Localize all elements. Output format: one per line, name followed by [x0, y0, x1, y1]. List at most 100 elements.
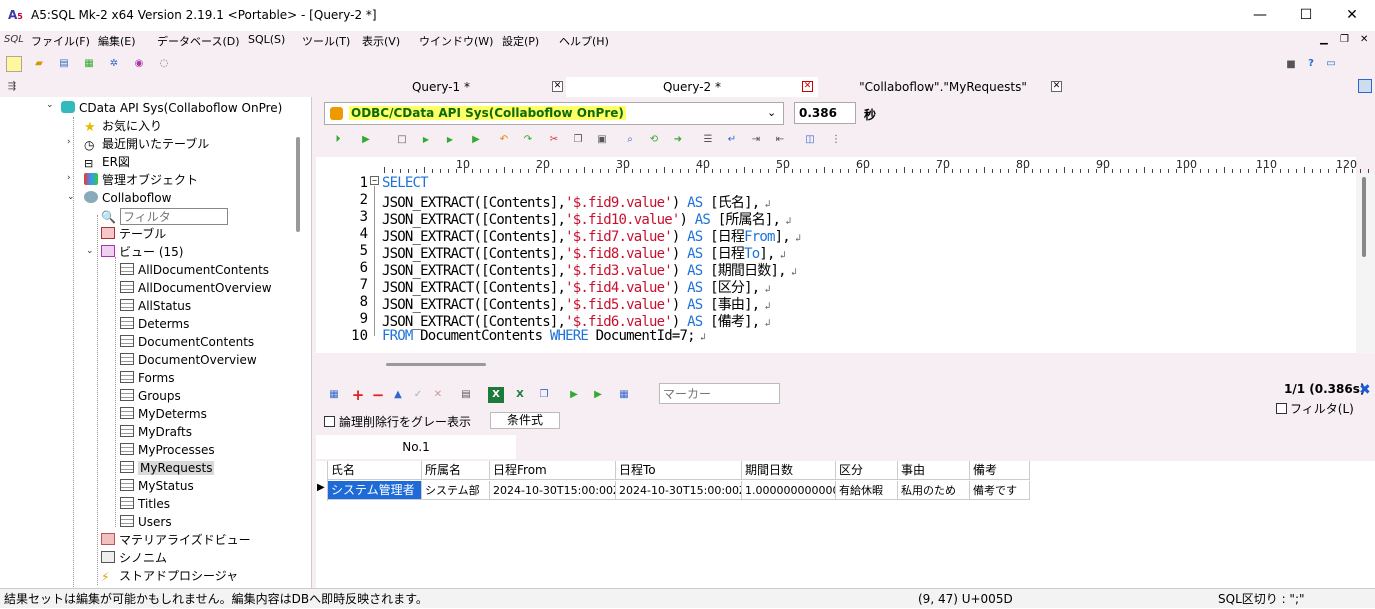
cut-icon[interactable]: ✂ [546, 132, 562, 148]
tree-tables[interactable]: テーブル [101, 225, 166, 243]
er-diagram-icon[interactable]: ▦ [81, 56, 97, 72]
tree-views[interactable]: ビュー (15) [101, 243, 183, 261]
result-tab-1[interactable]: No.1 [316, 435, 516, 459]
column-header[interactable]: 期間日数 [742, 461, 836, 480]
logic-delete-checkbox[interactable]: 論理削除行をグレー表示 [324, 413, 471, 430]
tree-stored-procedures[interactable]: ⚡ ストアドプロシージャ [101, 567, 238, 585]
grid-cell[interactable]: 有給休暇 [836, 481, 898, 500]
grid-cell[interactable]: 私用のため [898, 481, 970, 500]
menu-edit[interactable]: 編集(E) [98, 33, 136, 49]
undo-icon[interactable]: ↶ [496, 132, 512, 148]
tree-schema-collaboflow[interactable]: Collaboflow [84, 189, 171, 207]
execute-ab-icon[interactable]: ▶ [418, 132, 434, 148]
menu-settings[interactable]: 設定(P) [502, 33, 539, 49]
tree-view-item[interactable]: MyProcesses [120, 441, 215, 459]
grid-cell[interactable]: 2024-10-30T15:00:00Z [490, 481, 616, 500]
wrap-icon[interactable]: ↵ [724, 132, 740, 148]
gear-icon[interactable]: ✲ [106, 56, 122, 72]
menu-help[interactable]: ヘルプ(H) [559, 33, 609, 49]
mdi-close-icon[interactable]: ✕ [1360, 34, 1368, 45]
column-header[interactable]: 所属名 [422, 461, 490, 480]
tree-icon[interactable]: ⋮ [828, 132, 844, 148]
tree-synonyms[interactable]: シノニム [101, 549, 167, 567]
close-icon[interactable]: ✕ [552, 81, 563, 92]
excel-icon[interactable]: X [488, 387, 504, 403]
tree-view-item[interactable]: AllDocumentContents [120, 261, 269, 279]
open-folder-icon[interactable]: ▰ [31, 56, 47, 72]
condition-button[interactable]: 条件式 [490, 412, 560, 429]
close-icon[interactable]: ✕ [1051, 81, 1062, 92]
tree-view-item[interactable]: AllDocumentOverview [120, 279, 272, 297]
jump-icon[interactable]: ➜ [670, 132, 686, 148]
collapse-arrow-icon[interactable]: ⌄ [46, 100, 56, 110]
replace-icon[interactable]: ⟲ [646, 132, 662, 148]
delete-row-icon[interactable]: − [370, 387, 386, 403]
minimize-button[interactable]: — [1237, 0, 1283, 31]
column-header[interactable]: 事由 [898, 461, 970, 480]
explain-icon[interactable]: ▶ [468, 132, 484, 148]
tree-view-item[interactable]: Titles [120, 495, 170, 513]
tab-query-1[interactable]: Query-1 * [316, 77, 566, 97]
tree-view-icon[interactable]: ⇶ [4, 79, 20, 95]
outdent-icon[interactable]: ⇤ [772, 132, 788, 148]
export-icon[interactable]: ▤ [458, 387, 474, 403]
tree-view-item[interactable]: MyDeterms [120, 405, 207, 423]
help-icon[interactable]: ? [1303, 56, 1319, 72]
calendar-icon[interactable]: ▦ [326, 387, 342, 403]
editor-hscrollbar[interactable] [386, 363, 486, 366]
execute-icon[interactable]: ▶ [358, 132, 374, 148]
search-icon[interactable]: ⌕ [622, 132, 638, 148]
mdi-minimize-icon[interactable]: ▁ [1320, 34, 1328, 45]
tree-filter-input[interactable] [120, 208, 228, 225]
menu-view[interactable]: 表示(V) [362, 33, 400, 49]
tree-root-connection[interactable]: CData API Sys(Collaboflow OnPre) [61, 99, 282, 117]
stop-icon[interactable]: □ [394, 132, 410, 148]
marker-input[interactable] [659, 383, 780, 404]
paste-icon[interactable]: ▣ [594, 132, 610, 148]
tab-collaboflow-myrequests[interactable]: "Collaboflow"."MyRequests" [818, 77, 1068, 97]
tab-query-2[interactable]: Query-2 * [566, 77, 818, 97]
close-icon[interactable]: ✕ [802, 81, 813, 92]
run-icon[interactable]: ⏵ [330, 132, 346, 148]
menu-tools[interactable]: ツール(T) [302, 33, 350, 49]
explain-icon[interactable]: ▶ [590, 387, 606, 403]
grid-cell[interactable]: 備考です [970, 481, 1030, 500]
tree-view-item[interactable]: DocumentContents [120, 333, 254, 351]
keyboard-icon[interactable]: ▭ [1323, 56, 1339, 72]
column-header[interactable]: 日程To [616, 461, 742, 480]
expand-arrow-icon[interactable]: › [67, 173, 77, 183]
tree-view-item[interactable]: DocumentOverview [120, 351, 257, 369]
tree-view-item[interactable]: MyStatus [120, 477, 194, 495]
tree-view-item[interactable]: Determs [120, 315, 189, 333]
tree-recent-tables[interactable]: ◷ 最近開いたテーブル [84, 135, 209, 153]
grid-cell[interactable]: 1.000000000000 [742, 481, 836, 500]
column-header[interactable]: 備考 [970, 461, 1030, 480]
layout-icon[interactable]: ◫ [802, 132, 818, 148]
tree-view-item[interactable]: Groups [120, 387, 181, 405]
tree-er-diagram[interactable]: ⊟ ER図 [84, 153, 130, 171]
sql-editor[interactable]: − 1 SELECT 2 JSON_EXTRACT([Contents],'$.fid… [316, 173, 1356, 353]
tree-view-item[interactable]: AllStatus [120, 297, 191, 315]
cancel-icon[interactable]: ✕ [430, 387, 446, 403]
tree-favorites[interactable]: ★ お気に入り [84, 117, 162, 135]
export-csv-icon[interactable]: ▶ [442, 132, 458, 148]
maximize-button[interactable]: ☐ [1283, 0, 1329, 31]
close-icon[interactable]: ✖ [1359, 382, 1371, 398]
tree-view-item[interactable]: Users [120, 513, 172, 531]
menu-sql[interactable]: SQL(S) [248, 33, 285, 49]
grid-cell[interactable]: システム部 [422, 481, 490, 500]
menu-file[interactable]: ファイル(F) [31, 33, 90, 49]
column-header[interactable]: 氏名 [328, 461, 422, 480]
plugin-icon[interactable]: ◉ [131, 56, 147, 72]
filter-checkbox[interactable]: フィルタ(L) [1276, 400, 1354, 417]
new-file-icon[interactable] [6, 56, 22, 72]
indent-icon[interactable]: ⇥ [748, 132, 764, 148]
copy-icon[interactable]: ❐ [570, 132, 586, 148]
close-button[interactable]: ✕ [1329, 0, 1375, 31]
menu-database[interactable]: データベース(D) [157, 33, 240, 49]
execute-ab-icon[interactable]: ▶ [566, 387, 582, 403]
check-circle-icon[interactable]: ◌ [156, 56, 172, 72]
collapse-arrow-icon[interactable]: ⌄ [86, 246, 96, 256]
move-up-icon[interactable]: ▲ [390, 387, 406, 403]
format-icon[interactable]: ☰ [700, 132, 716, 148]
